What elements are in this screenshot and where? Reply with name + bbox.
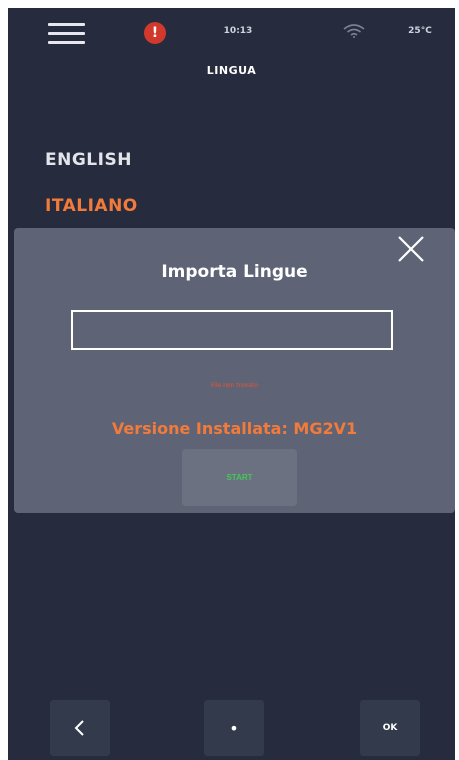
back-button[interactable]	[50, 700, 110, 756]
status-bar: ! 10:13 25°C	[8, 8, 455, 56]
page-title: LINGUA	[206, 64, 257, 77]
dialog-title: Importa Lingue	[161, 262, 308, 282]
chevron-left-icon	[74, 720, 84, 736]
start-button[interactable]: START	[182, 449, 297, 506]
temperature-readout: 25°C	[408, 26, 432, 36]
ok-button[interactable]: OK	[360, 700, 420, 756]
close-icon[interactable]	[394, 232, 428, 266]
clock-time: 10:13	[223, 26, 253, 36]
dot-button[interactable]: •	[204, 700, 264, 756]
import-languages-dialog: Importa Lingue File non trovato Versione…	[14, 228, 455, 513]
wifi-icon	[343, 24, 365, 38]
alert-icon[interactable]: !	[144, 22, 166, 44]
error-message: File non trovato	[211, 382, 258, 389]
file-name-input[interactable]	[71, 310, 393, 350]
language-option-english[interactable]: ENGLISH	[45, 150, 132, 170]
device-screen: ! 10:13 25°C LINGUA ENGLISH ITALIANO Imp…	[8, 8, 455, 760]
language-option-italiano[interactable]: ITALIANO	[45, 196, 138, 216]
hamburger-menu-icon[interactable]	[48, 23, 85, 45]
installed-version-text: Versione Installata: MG2V1	[111, 419, 358, 438]
